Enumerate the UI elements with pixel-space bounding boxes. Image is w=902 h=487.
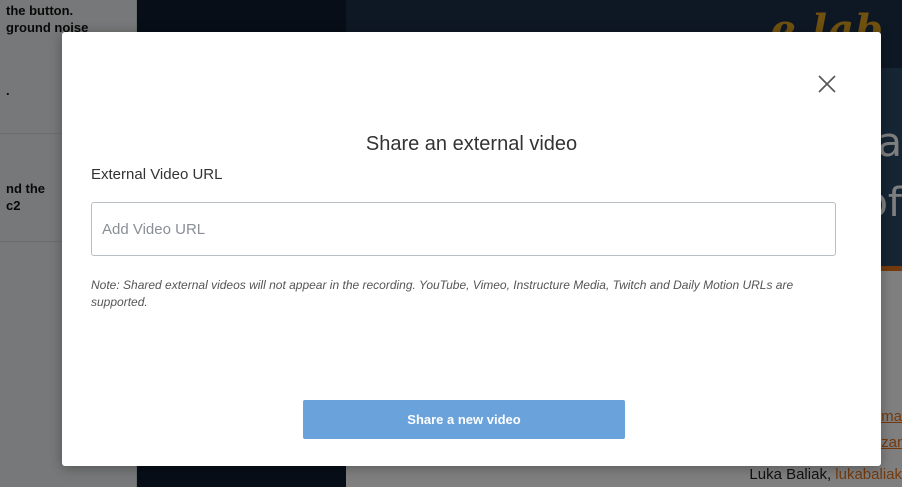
dialog-title: Share an external video — [365, 133, 578, 155]
share-video-button[interactable]: Share a new video — [303, 400, 625, 439]
video-url-input[interactable] — [91, 202, 836, 256]
close-button[interactable] — [813, 70, 841, 98]
supported-services-note: Note: Shared external videos will not ap… — [91, 278, 794, 309]
url-field-label: External Video URL — [91, 166, 223, 183]
share-video-dialog: Share an external video External Video U… — [62, 32, 881, 466]
close-icon — [818, 75, 836, 93]
